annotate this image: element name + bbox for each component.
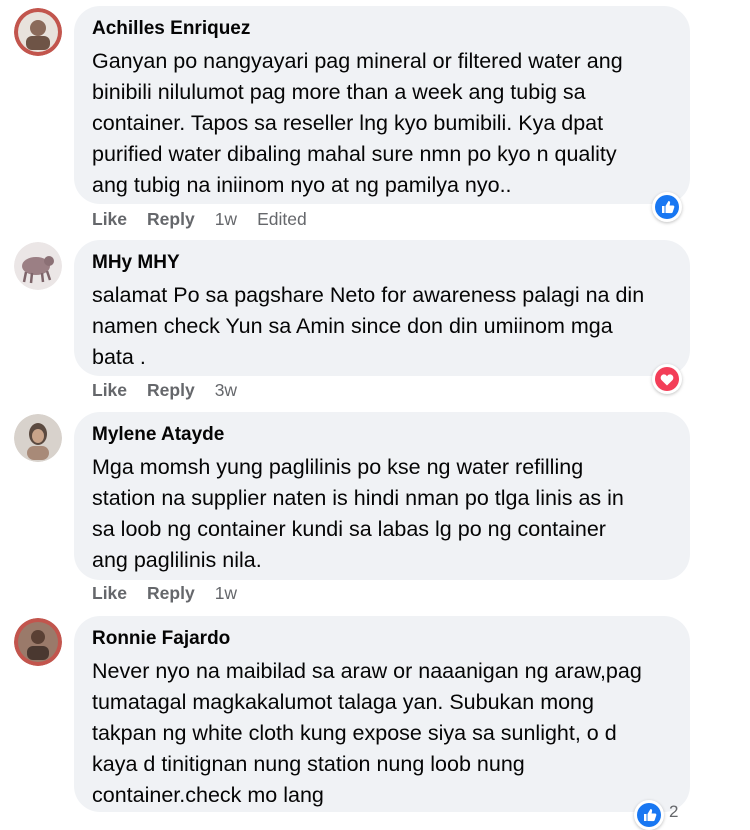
like-icon bbox=[637, 803, 661, 827]
reply-button[interactable]: Reply bbox=[147, 581, 195, 605]
comment-text: Ganyan po nangyayari pag mineral or filt… bbox=[92, 49, 623, 197]
avatar[interactable] bbox=[14, 242, 62, 290]
reaction-badge[interactable] bbox=[652, 192, 682, 222]
comment-actions: Like Reply 3w bbox=[92, 378, 257, 402]
comment-timestamp[interactable]: 1w bbox=[215, 207, 237, 231]
comment-timestamp[interactable]: 1w bbox=[215, 581, 237, 605]
love-icon bbox=[655, 367, 679, 391]
comment-text: salamat Po sa pagshare Neto for awarenes… bbox=[92, 283, 645, 369]
avatar[interactable] bbox=[14, 414, 62, 462]
like-icon bbox=[655, 195, 679, 219]
comment-timestamp[interactable]: 3w bbox=[215, 378, 237, 402]
reply-button[interactable]: Reply bbox=[147, 207, 195, 231]
reaction-badge[interactable] bbox=[634, 800, 664, 830]
comment-author[interactable]: Mylene Atayde bbox=[92, 423, 672, 447]
like-button[interactable]: Like bbox=[92, 378, 127, 402]
comment-author[interactable]: Achilles Enriquez bbox=[92, 17, 672, 41]
comment-bubble: MHy MHY salamat Po sa pagshare Neto for … bbox=[74, 240, 690, 376]
comment-author[interactable]: Ronnie Fajardo bbox=[92, 627, 672, 651]
comment-bubble: Achilles Enriquez Ganyan po nangyayari p… bbox=[74, 6, 690, 204]
reaction-count[interactable]: 2 bbox=[669, 802, 678, 822]
comment-actions: Like Reply 1w bbox=[92, 581, 257, 605]
comment-text: Mga momsh yung paglilinis po kse ng wate… bbox=[92, 455, 624, 572]
edited-label[interactable]: Edited bbox=[257, 207, 307, 231]
avatar[interactable] bbox=[14, 618, 62, 666]
reaction-badge[interactable] bbox=[652, 364, 682, 394]
like-button[interactable]: Like bbox=[92, 207, 127, 231]
comment-author[interactable]: MHy MHY bbox=[92, 251, 672, 275]
like-button[interactable]: Like bbox=[92, 581, 127, 605]
comment-actions: Like Reply 1w Edited bbox=[92, 207, 327, 231]
reply-button[interactable]: Reply bbox=[147, 378, 195, 402]
comment-bubble: Ronnie Fajardo Never nyo na maibilad sa … bbox=[74, 616, 690, 812]
comment-text: Never nyo na maibilad sa araw or naaanig… bbox=[92, 659, 642, 807]
comment-bubble: Mylene Atayde Mga momsh yung paglilinis … bbox=[74, 412, 690, 580]
avatar[interactable] bbox=[14, 8, 62, 56]
